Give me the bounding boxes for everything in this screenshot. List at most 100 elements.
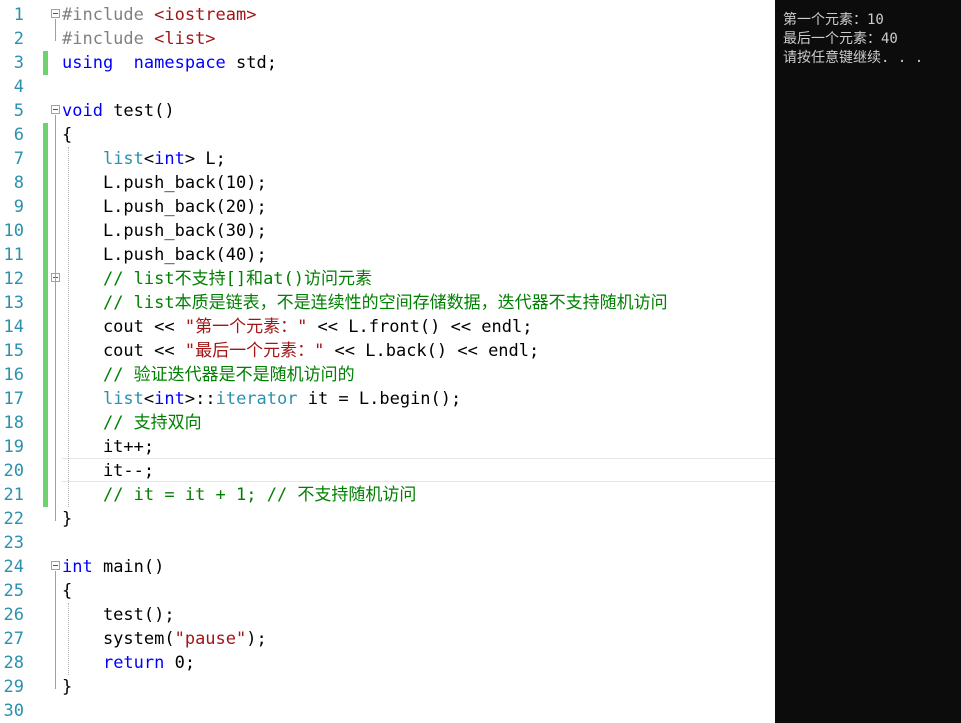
- line-number: 5: [13, 101, 24, 121]
- code-text: #include <list>: [62, 29, 216, 49]
- code-text: system("pause");: [62, 629, 267, 649]
- code-line[interactable]: 20 it--;: [0, 459, 775, 483]
- code-line[interactable]: 26 test();: [0, 603, 775, 627]
- change-indicator: [43, 147, 48, 171]
- code-line[interactable]: 24 int main(): [0, 555, 775, 579]
- code-text: {: [62, 125, 73, 145]
- collapse-icon[interactable]: [51, 9, 60, 18]
- code-text: int main(): [62, 557, 165, 577]
- code-line[interactable]: 13 // list本质是链表，不是连续性的空间存储数据，迭代器不支持随机访问: [0, 291, 775, 315]
- change-indicator: [43, 483, 48, 507]
- code-line[interactable]: 17 list<int>::iterator it = L.begin();: [0, 387, 775, 411]
- code-line[interactable]: 15 cout << "最后一个元素：" << L.back() << endl…: [0, 339, 775, 363]
- line-number: 2: [13, 29, 24, 49]
- console-line: 第一个元素：10: [783, 12, 884, 28]
- change-indicator: [43, 195, 48, 219]
- change-indicator: [43, 243, 48, 267]
- code-line[interactable]: 8 L.push_back(10);: [0, 171, 775, 195]
- code-line[interactable]: 1 #include <iostream>: [0, 3, 775, 27]
- code-line[interactable]: 7 list<int> L;: [0, 147, 775, 171]
- change-indicator: [43, 315, 48, 339]
- line-number: 13: [3, 293, 24, 313]
- line-number: 7: [13, 149, 24, 169]
- change-indicator: [43, 435, 48, 459]
- code-text: L.push_back(20);: [62, 197, 267, 217]
- code-line[interactable]: 22}: [0, 507, 775, 531]
- line-number: 17: [3, 389, 24, 409]
- change-indicator: [43, 51, 48, 75]
- code-text: }: [62, 509, 73, 529]
- line-number: 9: [13, 197, 24, 217]
- code-text: L.push_back(10);: [62, 173, 267, 193]
- indent-guide: [68, 603, 69, 675]
- code-line[interactable]: 3 using namespace std;: [0, 51, 775, 75]
- code-text: void test(): [62, 101, 175, 121]
- code-line[interactable]: 6{: [0, 123, 775, 147]
- line-number: 4: [13, 77, 24, 97]
- code-line[interactable]: 23: [0, 531, 775, 555]
- code-text: // it = it + 1; // 不支持随机访问: [102, 485, 417, 505]
- code-text: {: [62, 581, 73, 601]
- change-indicator: [43, 387, 48, 411]
- outline-bracket: [55, 19, 56, 41]
- line-number: 24: [3, 557, 24, 577]
- change-indicator: [43, 363, 48, 387]
- code-text: return 0;: [102, 653, 196, 673]
- line-number: 25: [3, 581, 24, 601]
- line-number: 8: [13, 173, 24, 193]
- code-text: using namespace std;: [62, 53, 277, 73]
- code-text: list<int>::iterator it = L.begin();: [102, 389, 462, 409]
- code-line[interactable]: 9 L.push_back(20);: [0, 195, 775, 219]
- change-indicator: [43, 219, 48, 243]
- code-line[interactable]: 25 {: [0, 579, 775, 603]
- collapse-icon[interactable]: [51, 561, 60, 570]
- change-indicator: [43, 459, 48, 483]
- line-number: 22: [3, 509, 24, 529]
- code-text: }: [62, 677, 73, 697]
- line-number: 27: [3, 629, 24, 649]
- code-text: list<int> L;: [102, 149, 226, 169]
- code-line[interactable]: 30: [0, 699, 775, 723]
- code-text: // 验证迭代器是不是随机访问的: [102, 365, 355, 385]
- collapse-icon[interactable]: [51, 105, 60, 114]
- line-number: 26: [3, 605, 24, 625]
- line-number: 19: [3, 437, 24, 457]
- code-text: L.push_back(40);: [62, 245, 267, 265]
- code-text: cout << "第一个元素：" << L.front() << endl;: [62, 317, 533, 337]
- console-line: 请按任意键继续. . .: [783, 50, 924, 66]
- change-indicator: [43, 411, 48, 435]
- outline-bracket: [55, 571, 56, 689]
- code-line[interactable]: 21 // it = it + 1; // 不支持随机访问: [0, 483, 775, 507]
- line-number: 3: [13, 53, 24, 73]
- code-line[interactable]: 29}: [0, 675, 775, 699]
- code-line[interactable]: 12 // list不支持[]和at()访问元素: [0, 267, 775, 291]
- code-line[interactable]: 5 void test(): [0, 99, 775, 123]
- line-number: 18: [3, 413, 24, 433]
- code-line[interactable]: 10 L.push_back(30);: [0, 219, 775, 243]
- code-text: L.push_back(30);: [62, 221, 267, 241]
- code-text: cout << "最后一个元素：" << L.back() << endl;: [62, 341, 540, 361]
- line-number: 20: [3, 461, 24, 481]
- code-editor[interactable]: 1 #include <iostream> 2 #include <list> 3 usi…: [0, 0, 775, 723]
- code-line[interactable]: 18 // 支持双向: [0, 411, 775, 435]
- code-line[interactable]: 16 // 验证迭代器是不是随机访问的: [0, 363, 775, 387]
- code-line[interactable]: 27 system("pause");: [0, 627, 775, 651]
- code-line[interactable]: 2 #include <list>: [0, 27, 775, 51]
- code-text: // 支持双向: [102, 413, 202, 433]
- code-line[interactable]: 19 it++;: [0, 435, 775, 459]
- code-text: test();: [62, 605, 175, 625]
- line-number: 30: [3, 701, 24, 721]
- line-number: 10: [3, 221, 24, 241]
- indent-guide: [68, 147, 69, 507]
- line-number: 28: [3, 653, 24, 673]
- line-number: 12: [3, 269, 24, 289]
- code-line[interactable]: 14 cout << "第一个元素：" << L.front() << endl…: [0, 315, 775, 339]
- outline-bracket: [55, 115, 56, 521]
- code-text: // list本质是链表，不是连续性的空间存储数据，迭代器不支持随机访问: [102, 293, 668, 313]
- console-lines: 第一个元素：10 最后一个元素：40 请按任意键继续. . .: [783, 11, 961, 68]
- line-number: 1: [13, 5, 24, 25]
- code-line[interactable]: 11 L.push_back(40);: [0, 243, 775, 267]
- change-indicator: [43, 291, 48, 315]
- code-line[interactable]: 28 return 0;: [0, 651, 775, 675]
- code-line[interactable]: 4: [0, 75, 775, 99]
